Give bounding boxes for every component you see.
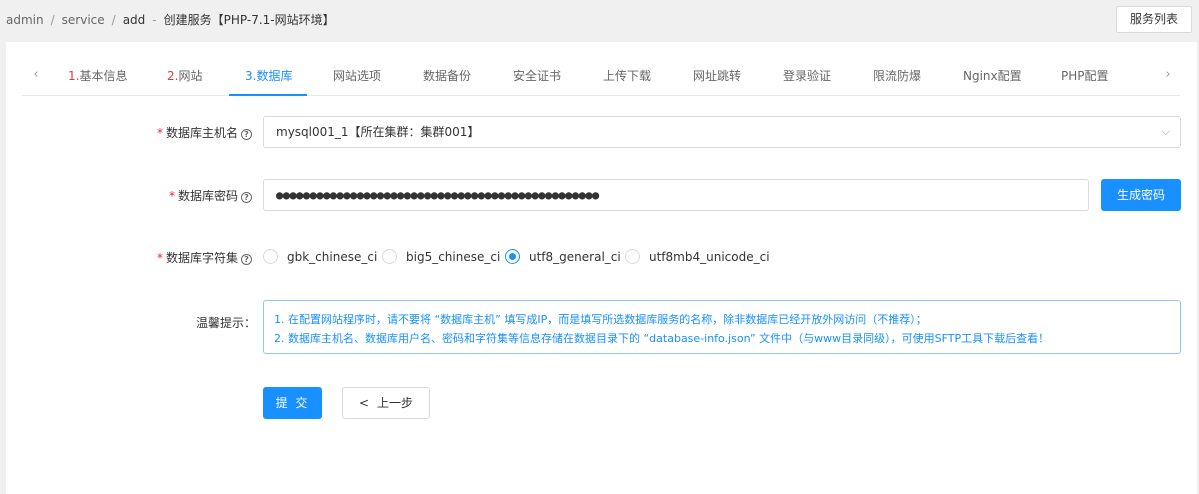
tab-basic-info[interactable]: 1.基本信息 [68, 67, 127, 84]
password-label: * 数据库密码? [169, 187, 252, 204]
tab-website[interactable]: 2.网站 [167, 67, 202, 84]
tab-ssl-cert[interactable]: 安全证书 [513, 67, 561, 84]
chevron-down-icon: ⌵ [1161, 125, 1170, 138]
tab-data-backup[interactable]: 数据备份 [423, 67, 471, 84]
tip-line: 1. 在配置网站程序时，请不要将 “数据库主机” 填写成IP，而是填写所选数据库… [274, 313, 927, 326]
tips-box: 1. 在配置网站程序时，请不要将 “数据库主机” 填写成IP，而是填写所选数据库… [263, 300, 1181, 354]
generate-password-button[interactable]: 生成密码 [1101, 179, 1181, 211]
host-select[interactable]: mysql001_1【所在集群：集群001】 ⌵ [263, 116, 1181, 148]
breadcrumb: admin / service / add - 创建服务【PHP-7.1-网站环境】 [6, 13, 335, 27]
tab-rate-limit[interactable]: 限流防爆 [873, 67, 921, 84]
radio-circle[interactable] [505, 249, 520, 264]
tab-url-redirect[interactable]: 网址跳转 [693, 67, 741, 84]
radio-circle[interactable] [382, 249, 397, 264]
tab-upload-download[interactable]: 上传下载 [603, 67, 651, 84]
tips-label: 温馨提示： [195, 316, 256, 330]
top-bar: admin / service / add - 创建服务【PHP-7.1-网站环境】 服务列… [0, 0, 1199, 40]
tip-line: 2. 数据库主机名、数据库用户名、密码和字符集等信息存储在数据目录下的 “dat… [274, 332, 1050, 345]
submit-button[interactable]: 提 交 [263, 387, 322, 419]
host-select-value: mysql001_1【所在集群：集群001】 [276, 125, 480, 139]
chevron-left-icon: < [358, 396, 370, 410]
service-list-button[interactable]: 服务列表 [1116, 6, 1192, 33]
breadcrumb-item-admin[interactable]: admin [6, 13, 44, 27]
help-icon[interactable]: ? [241, 254, 252, 265]
tab-nginx-config[interactable]: Nginx配置 [963, 67, 1022, 84]
tab-php-config[interactable]: PHP配置 [1061, 67, 1109, 84]
page-title: 创建服务【PHP-7.1-网站环境】 [163, 13, 335, 27]
help-icon[interactable]: ? [241, 192, 252, 203]
charset-radio-utf8mb4[interactable]: utf8mb4_unicode_ci [625, 249, 770, 265]
tab-login-auth[interactable]: 登录验证 [783, 67, 831, 84]
help-icon[interactable]: ? [241, 129, 252, 140]
tab-website-options[interactable]: 网站选项 [333, 67, 381, 84]
password-input[interactable] [263, 179, 1089, 211]
breadcrumb-item-service[interactable]: service [62, 13, 105, 27]
breadcrumb-item-add: add [122, 13, 146, 27]
charset-radio-big5[interactable]: big5_chinese_ci [382, 249, 500, 265]
radio-circle[interactable] [263, 249, 278, 264]
step-tabs: ‹ 1.基本信息 2.网站 3.数据库 网站选项 数据备份 安全证书 上传下载 … [22, 58, 1180, 96]
active-tab-indicator [229, 94, 307, 96]
chevron-left-icon[interactable]: ‹ [28, 67, 44, 83]
previous-step-button[interactable]: < 上一步 [342, 387, 430, 419]
charset-radio-utf8[interactable]: utf8_general_ci [505, 249, 621, 265]
radio-circle[interactable] [625, 249, 640, 264]
charset-radio-gbk[interactable]: gbk_chinese_ci [263, 249, 377, 265]
main-card: ‹ 1.基本信息 2.网站 3.数据库 网站选项 数据备份 安全证书 上传下载 … [6, 42, 1197, 494]
charset-label: * 数据库字符集? [157, 249, 252, 266]
tab-database[interactable]: 3.数据库 [245, 67, 292, 84]
host-label: * 数据库主机名? [157, 124, 252, 141]
chevron-right-icon[interactable]: › [1160, 67, 1176, 83]
